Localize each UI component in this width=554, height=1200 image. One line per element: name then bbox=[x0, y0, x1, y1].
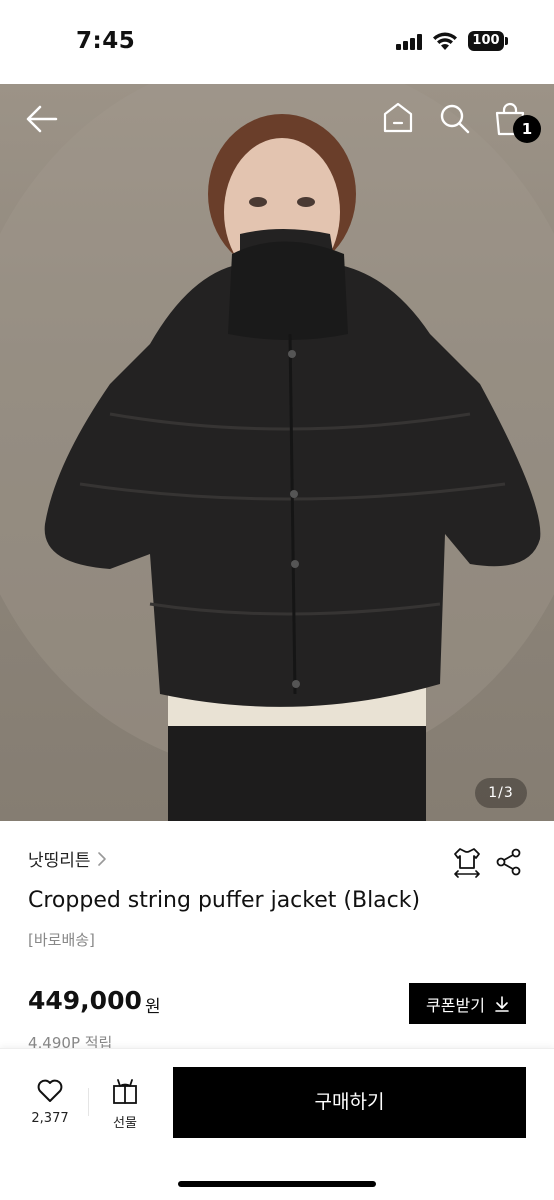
signal-icon bbox=[396, 34, 426, 50]
search-icon[interactable] bbox=[439, 103, 471, 135]
home-indicator bbox=[178, 1181, 376, 1187]
share-icon[interactable] bbox=[495, 848, 523, 876]
gift-icon bbox=[113, 1079, 137, 1104]
heart-icon bbox=[37, 1079, 63, 1102]
home-icon[interactable] bbox=[382, 101, 414, 133]
like-button[interactable]: 2,377 bbox=[24, 1078, 76, 1126]
price-unit: 원 bbox=[145, 997, 161, 1017]
product-title: Cropped string puffer jacket (Black) bbox=[28, 888, 421, 913]
size-guide-icon[interactable] bbox=[452, 846, 482, 878]
battery-level: 100 bbox=[468, 31, 504, 51]
product-photo bbox=[0, 84, 554, 821]
product-price: 449,000 bbox=[28, 986, 142, 1015]
brand-name: 낫띵리튼 bbox=[28, 851, 91, 871]
gift-label: 선물 bbox=[113, 1116, 137, 1131]
product-image-carousel[interactable] bbox=[0, 84, 554, 821]
coupon-download-button[interactable]: 쿠폰받기 bbox=[409, 983, 526, 1024]
brand-link[interactable]: 낫띵리튼 bbox=[28, 846, 107, 871]
wifi-icon bbox=[433, 32, 457, 50]
buy-button[interactable]: 구매하기 bbox=[173, 1067, 526, 1138]
battery-icon: 100 bbox=[468, 31, 508, 51]
chevron-right-icon bbox=[97, 851, 106, 866]
status-time: 7:45 bbox=[76, 28, 136, 54]
download-icon bbox=[495, 995, 509, 1012]
coupon-button-label: 쿠폰받기 bbox=[426, 995, 485, 1015]
gift-button[interactable]: 선물 bbox=[104, 1078, 146, 1131]
carousel-page-indicator: 1/3 bbox=[475, 778, 527, 808]
shipping-tag: [바로배송] bbox=[28, 931, 95, 949]
cart-count-badge[interactable]: 1 bbox=[513, 115, 541, 143]
like-count: 2,377 bbox=[31, 1111, 69, 1126]
back-arrow-icon[interactable] bbox=[26, 104, 58, 134]
status-bar: 7:45 100 bbox=[0, 0, 554, 84]
divider bbox=[88, 1088, 89, 1116]
